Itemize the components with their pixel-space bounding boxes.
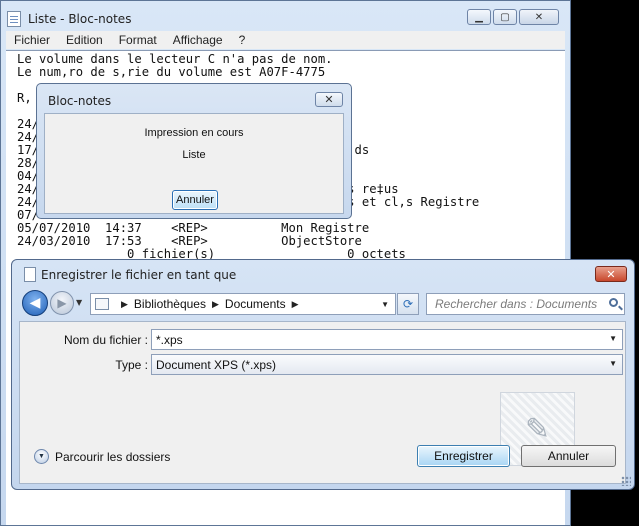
print-status-text: Impression en cours [144,127,244,139]
notepad-title: Liste - Bloc-notes [28,12,132,26]
filename-field[interactable]: ▼ [151,329,623,350]
menu-affichage[interactable]: Affichage [165,33,231,47]
save-dialog-panel: Nom du fichier : ▼ Type : Document XPS (… [19,321,626,484]
menu-edition[interactable]: Edition [58,33,111,47]
menu-fichier[interactable]: Fichier [6,33,58,47]
breadcrumb-libraries[interactable]: Bibliothèques [134,297,206,311]
folder-icon [95,298,109,310]
print-cancel-button[interactable]: Annuler [172,190,218,210]
print-dialog-title: Bloc-notes [48,94,112,108]
save-button[interactable]: Enregistrer [417,445,510,467]
notepad-titlebar: Liste - Bloc-notes [7,10,131,28]
refresh-icon[interactable]: ⟳ [397,293,419,315]
breadcrumb-documents[interactable]: Documents [225,297,286,311]
chevron-down-icon[interactable]: ▼ [609,359,617,368]
notepad-icon [7,11,21,27]
caption-buttons: ▁ ▢ ✕ [467,9,559,25]
save-dialog: Enregistrer le fichier en tant que ✕ ◀ ▶… [11,259,635,490]
save-dialog-close-icon[interactable]: ✕ [595,266,627,282]
print-document-name: Liste [182,149,206,161]
expand-chevron-icon[interactable]: ▼ [34,449,49,464]
chevron-right-icon[interactable]: ▶ [121,299,128,310]
type-select[interactable]: Document XPS (*.xps) ▼ [151,354,623,375]
chevron-down-icon[interactable]: ▼ [609,334,617,343]
save-dialog-titlebar: Enregistrer le fichier en tant que [24,267,236,282]
browse-folders-label[interactable]: Parcourir les dossiers [55,450,170,464]
type-value: Document XPS (*.xps) [156,357,277,372]
save-dialog-icon [24,267,36,282]
search-box[interactable] [426,293,625,315]
menu-format[interactable]: Format [111,33,165,47]
address-dropdown-icon[interactable]: ▼ [381,300,389,309]
address-bar[interactable]: ▶ Bibliothèques ▶ Documents ▶ ▼ [90,293,396,315]
filename-input[interactable] [156,332,596,347]
resize-grip-icon[interactable] [621,476,631,486]
browse-folders-toggle[interactable]: ▼ Parcourir les dossiers [34,449,170,464]
search-input[interactable] [433,296,607,312]
print-dialog-close-icon[interactable]: ✕ [315,92,343,107]
print-dialog-body: Impression en cours Liste Annuler [44,113,344,214]
history-dropdown-icon[interactable]: ▼ [76,298,82,307]
print-dialog: Bloc-notes ✕ Impression en cours Liste A… [36,83,352,219]
forward-arrow-icon[interactable]: ▶ [50,291,74,315]
menu-help[interactable]: ? [231,33,254,47]
maximize-icon[interactable]: ▢ [493,9,517,25]
menu-bar: Fichier Edition Format Affichage ? [6,31,565,49]
chevron-right-icon[interactable]: ▶ [292,299,299,310]
minimize-icon[interactable]: ▁ [467,9,491,25]
filename-label: Nom du fichier : [63,333,148,347]
save-dialog-title: Enregistrer le fichier en tant que [41,267,237,282]
search-icon[interactable] [609,298,618,307]
type-label: Type : [115,358,148,372]
chevron-right-icon[interactable]: ▶ [212,299,219,310]
back-arrow-icon[interactable]: ◀ [22,290,48,316]
cancel-button[interactable]: Annuler [521,445,616,467]
close-icon[interactable]: ✕ [519,9,559,25]
